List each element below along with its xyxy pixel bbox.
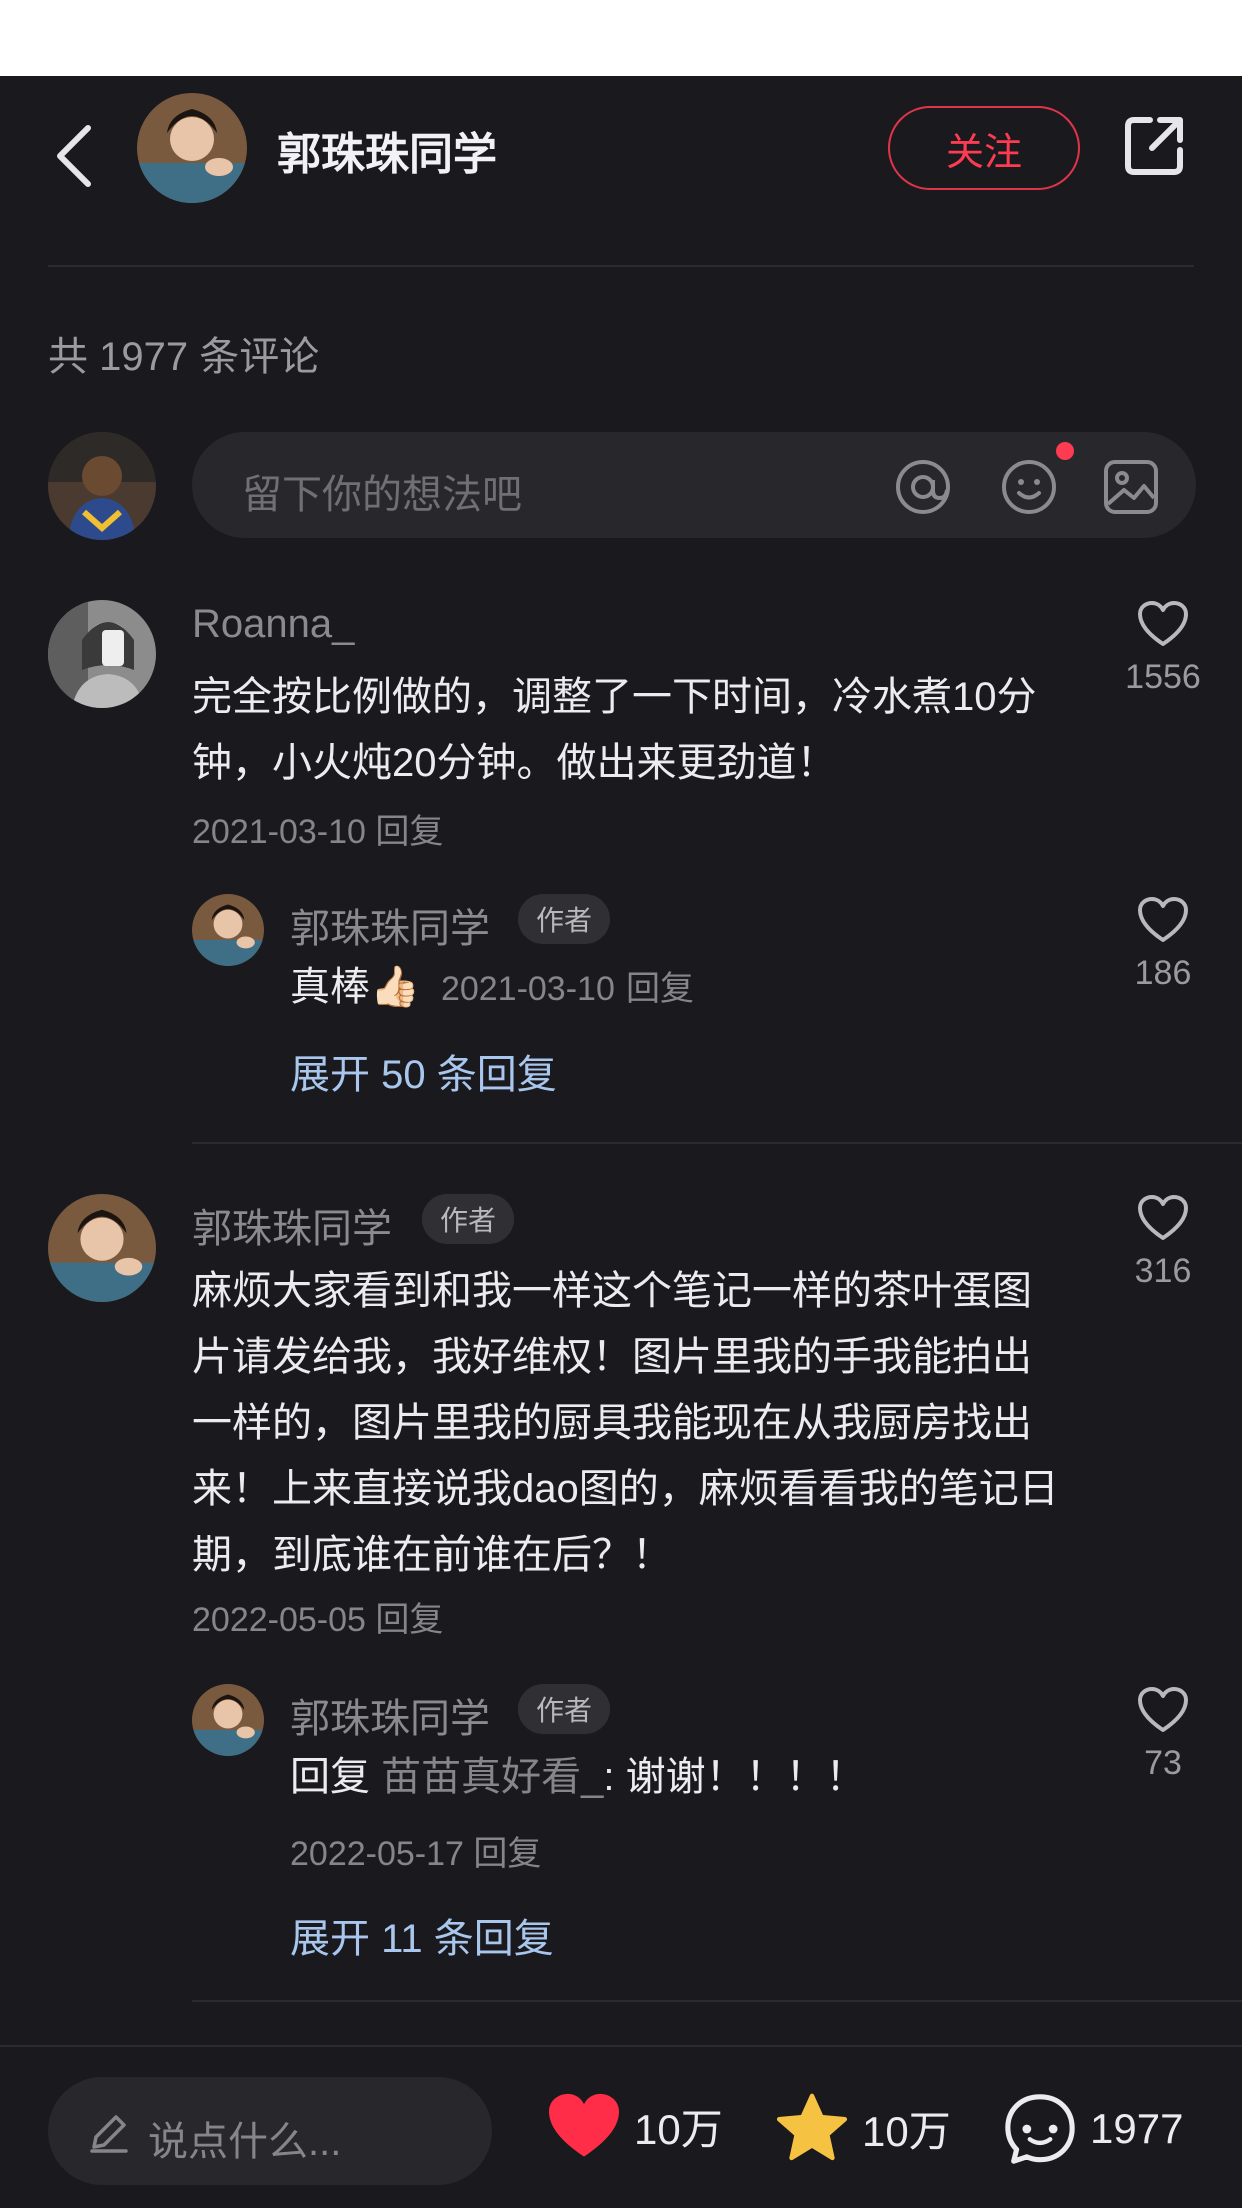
like-button[interactable]: 1556 — [1100, 600, 1226, 697]
header: 郭珠珠同学 关注 — [0, 76, 1242, 266]
heart-outline-icon — [1138, 1687, 1188, 1732]
say-something-input[interactable]: 说点什么... — [48, 2077, 492, 2185]
expand-replies-button[interactable]: 展开 50 条回复 — [290, 1042, 557, 1100]
follow-button[interactable]: 关注 — [888, 106, 1080, 190]
author-name[interactable]: 郭珠珠同学 — [277, 118, 497, 182]
reply-prefix: 回复 — [290, 1755, 370, 1799]
heart-outline-icon — [1138, 601, 1188, 646]
emoji-new-dot — [1056, 442, 1074, 460]
commenter-name[interactable]: 郭珠珠同学 — [192, 1196, 392, 1254]
post-like-count: 10万 — [634, 2105, 723, 2153]
reply-date: 2021-03-10 — [440, 970, 615, 1008]
reply-link[interactable]: 回复 — [375, 1601, 443, 1639]
comment-input[interactable]: 留下你的想法吧 — [192, 432, 1196, 538]
reply-link[interactable]: 回复 — [626, 970, 694, 1008]
like-count: 186 — [1134, 954, 1192, 992]
star-filled-icon — [776, 2093, 848, 2161]
comment-input-row: 留下你的想法吧 — [0, 430, 1242, 540]
header-divider — [48, 265, 1194, 267]
comment-text: 完全按比例做的，调整了一下时间，冷水煮10分钟，小火炖20分钟。做出来更劲道！ — [192, 675, 1037, 785]
heart-outline-icon — [1138, 1195, 1188, 1240]
comment-post-button[interactable]: 1977 — [1002, 2091, 1183, 2167]
reply-date: 2022-05-17 — [290, 1835, 464, 1873]
status-bar — [0, 0, 1242, 76]
back-icon[interactable] — [50, 116, 100, 196]
comment-date: 2021-03-10 — [192, 813, 366, 851]
commenter-avatar[interactable] — [48, 1194, 156, 1302]
post-star-count: 10万 — [862, 2107, 951, 2155]
comment-divider — [192, 1142, 1242, 1144]
reply-like-button[interactable]: 73 — [1100, 1686, 1226, 1783]
pencil-icon — [90, 2115, 128, 2153]
comment-meta: 2021-03-10 回复 — [192, 804, 443, 853]
reply-text-row: 真棒👍🏻 2021-03-10 回复 — [290, 954, 1050, 1022]
comment-input-placeholder: 留下你的想法吧 — [242, 473, 522, 517]
reply-meta: 2022-05-17 回复 — [290, 1826, 541, 1875]
like-post-button[interactable]: 10万 — [546, 2091, 723, 2161]
comment-divider — [192, 2000, 1242, 2002]
at-mention-icon[interactable] — [894, 458, 952, 516]
replier-avatar[interactable] — [192, 894, 264, 966]
author-badge: 作者 — [422, 1194, 515, 1244]
replier-name[interactable]: 郭珠珠同学 — [290, 1686, 490, 1744]
reply-link[interactable]: 回复 — [473, 1835, 541, 1873]
reply-text: 真棒👍🏻 — [290, 965, 420, 1009]
reply-link[interactable]: 回复 — [375, 813, 443, 851]
like-count: 316 — [1134, 1252, 1192, 1290]
collect-post-button[interactable]: 10万 — [774, 2091, 951, 2165]
my-avatar[interactable] — [48, 432, 156, 540]
author-badge: 作者 — [518, 894, 611, 944]
heart-outline-icon — [1138, 897, 1188, 942]
comment-text: 麻烦大家看到和我一样这个笔记一样的茶叶蛋图片请发给我，我好维权！图片里我的手我能… — [192, 1269, 1059, 1577]
author-avatar[interactable] — [137, 93, 247, 203]
comment-bubble-icon — [1005, 2094, 1075, 2164]
emoji-icon[interactable] — [1000, 458, 1058, 516]
like-count: 1556 — [1125, 658, 1201, 696]
image-icon[interactable] — [1102, 458, 1160, 516]
comment-date: 2022-05-05 — [192, 1601, 366, 1639]
reply-text: : 谢谢！！！！ — [603, 1755, 866, 1799]
share-icon[interactable] — [1122, 114, 1186, 178]
author-badge: 作者 — [518, 1684, 611, 1734]
say-something-placeholder: 说点什么... — [148, 2120, 342, 2164]
commenter-name[interactable]: Roanna_ — [192, 602, 354, 647]
post-comment-count: 1977 — [1090, 2105, 1184, 2152]
commenter-avatar[interactable] — [48, 600, 156, 708]
expand-replies-button[interactable]: 展开 11 条回复 — [290, 1906, 554, 1964]
like-count: 73 — [1144, 1744, 1182, 1782]
heart-filled-icon — [549, 2093, 619, 2157]
comment-count: 共 1977 条评论 — [48, 335, 320, 379]
replier-name[interactable]: 郭珠珠同学 — [290, 896, 490, 954]
like-button[interactable]: 316 — [1100, 1194, 1226, 1291]
comment-meta: 2022-05-05 回复 — [192, 1592, 443, 1641]
mentioned-user[interactable]: 苗苗真好看_ — [381, 1755, 603, 1799]
reply-like-button[interactable]: 186 — [1100, 896, 1226, 993]
replier-avatar[interactable] — [192, 1684, 264, 1756]
reply-text-row: 回复 苗苗真好看_: 谢谢！！！！ — [290, 1744, 1050, 1810]
bottom-action-bar: 说点什么... 10万 10万 1977 — [0, 2045, 1242, 2208]
